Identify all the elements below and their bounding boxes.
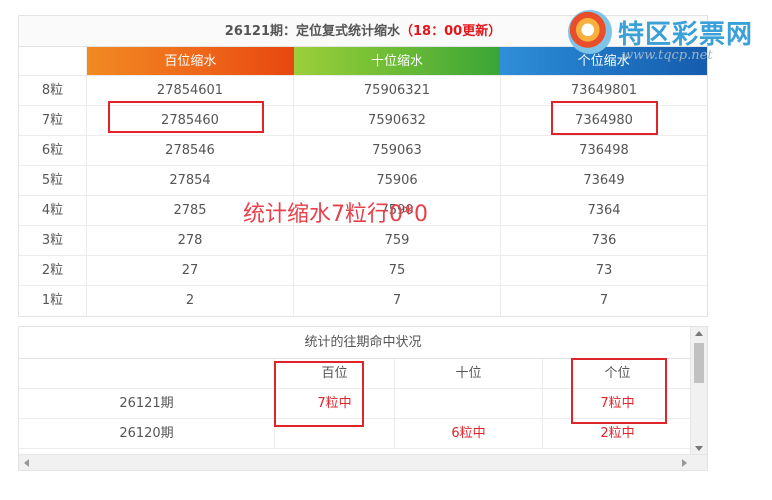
vertical-scrollbar[interactable] xyxy=(690,327,707,455)
cell-tens: 759063 xyxy=(294,136,501,165)
title-update-time: （18：00更新） xyxy=(400,24,502,39)
table-row: 3粒 278 759 736 xyxy=(19,226,707,256)
highlight-box-history-units xyxy=(571,358,667,424)
scroll-thumb[interactable] xyxy=(694,343,704,383)
row-label: 5粒 xyxy=(19,166,87,195)
row-label: 7粒 xyxy=(19,106,87,135)
site-logo[interactable]: 特区彩票网 www.tqcp.net xyxy=(566,6,766,66)
logo-url: www.tqcp.net xyxy=(622,48,713,63)
scroll-right-icon[interactable] xyxy=(682,459,687,467)
history-period: 26120期 xyxy=(19,419,275,448)
row-label: 1粒 xyxy=(19,286,87,316)
cell-units: 736 xyxy=(591,233,617,248)
header-hundreds: 百位缩水 xyxy=(87,47,294,75)
title-main: 26121期：定位复式统计缩水 xyxy=(224,24,401,39)
row-label: 3粒 xyxy=(19,226,87,255)
highlight-box-hundreds xyxy=(108,101,264,133)
history-title: 统计的往期命中状况 xyxy=(19,327,707,359)
scroll-up-icon[interactable] xyxy=(695,331,703,336)
highlight-box-units xyxy=(551,101,658,135)
cell-units: 7364 xyxy=(587,203,621,218)
logo-name: 特区彩票网 xyxy=(618,20,754,50)
scroll-down-icon[interactable] xyxy=(695,446,703,451)
cell-tens: 759 xyxy=(294,226,501,255)
history-header-tens: 十位 xyxy=(395,359,543,388)
cell-tens: 75 xyxy=(294,256,501,285)
scroll-left-icon[interactable] xyxy=(24,459,29,467)
history-header-corner xyxy=(19,359,275,388)
table-row: 2粒 27 75 73 xyxy=(19,256,707,286)
logo-emblem-icon xyxy=(568,10,612,54)
history-period: 26121期 xyxy=(19,389,275,418)
history-hit-tens xyxy=(395,389,543,418)
cell-units: 7 xyxy=(599,293,609,308)
row-label: 2粒 xyxy=(19,256,87,285)
cell-hundreds: 278 xyxy=(87,226,294,255)
highlight-box-history-hundreds xyxy=(274,361,364,427)
cell-hundreds: 27 xyxy=(87,256,294,285)
cell-units: 73 xyxy=(595,263,613,278)
table-row: 6粒 278546 759063 736498 xyxy=(19,136,707,166)
cell-units: 73649 xyxy=(583,173,625,188)
history-hit-tens: 6粒中 xyxy=(395,419,543,448)
annotation-text: 统计缩水7粒行0*0 xyxy=(243,202,428,227)
cell-hundreds: 2 xyxy=(87,286,294,316)
header-corner xyxy=(19,47,87,75)
cell-units: 736498 xyxy=(579,143,629,158)
header-tens: 十位缩水 xyxy=(293,47,501,75)
cell-tens: 75906321 xyxy=(294,76,501,105)
row-label: 6粒 xyxy=(19,136,87,165)
row-label: 4粒 xyxy=(19,196,87,225)
horizontal-scrollbar[interactable] xyxy=(19,454,707,470)
page: 26121期：定位复式统计缩水（18：00更新） 百位缩水 十位缩水 个位缩水 … xyxy=(0,0,772,500)
cell-hundreds: 27854 xyxy=(87,166,294,195)
table-row: 5粒 27854 75906 73649 xyxy=(19,166,707,196)
row-label: 8粒 xyxy=(19,76,87,105)
cell-tens: 7590632 xyxy=(294,106,501,135)
cell-tens: 7 xyxy=(294,286,501,316)
table-row: 1粒 2 7 7 xyxy=(19,286,707,316)
cell-tens: 75906 xyxy=(294,166,501,195)
cell-hundreds: 278546 xyxy=(87,136,294,165)
